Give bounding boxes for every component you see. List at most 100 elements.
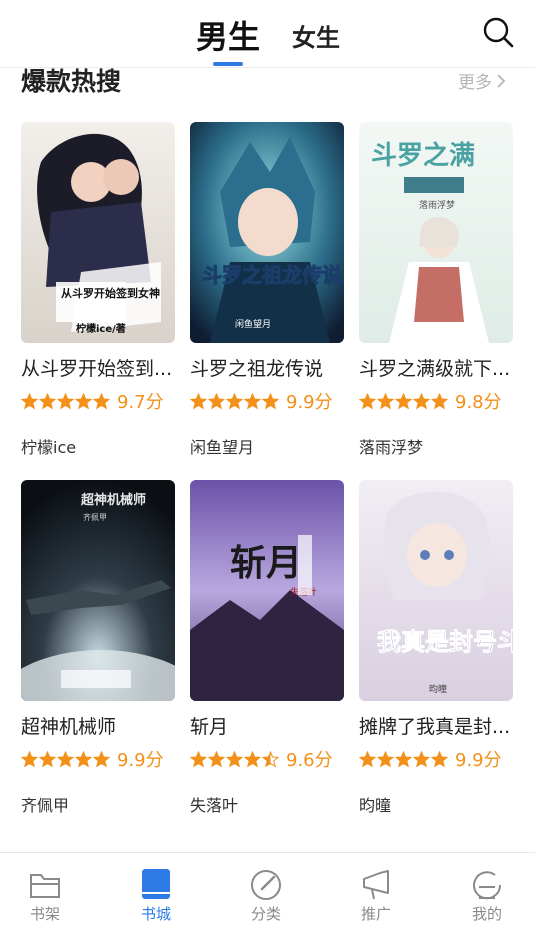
book-title[interactable]: 从斗罗开始签到...	[21, 354, 177, 381]
book-card[interactable]: 斩月 失落叶 斩月 9.6分 失落叶	[190, 480, 344, 815]
star-icon	[21, 750, 38, 767]
book-author: 昀曈	[359, 796, 392, 815]
book-title[interactable]: 斗罗之满级就下...	[359, 354, 515, 381]
book-title[interactable]: 斩月	[190, 712, 346, 739]
category-icon	[251, 870, 281, 900]
star-icon	[208, 392, 225, 409]
tab-male[interactable]: 男生	[196, 12, 260, 58]
star-icon	[395, 750, 412, 767]
star-icon	[57, 392, 74, 409]
star-icon	[244, 392, 261, 409]
book-card[interactable]: 斗罗之祖龙传说 闲鱼望月 斗罗之祖龙传说 9.9分 闲鱼望月	[190, 122, 344, 457]
nav-bookstore[interactable]: 书城	[116, 853, 196, 929]
book-score: 9.6分	[286, 750, 333, 771]
star-icon	[226, 392, 243, 409]
star-icon	[75, 392, 92, 409]
star-rating	[359, 750, 449, 768]
star-icon	[226, 750, 243, 767]
nav-promotion[interactable]: 推广	[336, 853, 416, 929]
book-score: 9.9分	[455, 750, 502, 771]
cover-subtext: 昀曈	[429, 683, 447, 695]
more-link[interactable]: 更多	[458, 68, 506, 93]
book-cover[interactable]: 我真是封号斗罗 昀曈	[359, 480, 513, 701]
book-score: 9.7分	[117, 392, 164, 413]
star-icon	[262, 392, 279, 409]
book-author: 齐佩甲	[21, 796, 70, 815]
nav-label: 分类	[250, 905, 281, 923]
search-icon[interactable]	[480, 14, 516, 50]
star-icon	[413, 750, 430, 767]
book-card[interactable]: 斗罗之满 落雨浮梦 斗罗之满级就下... 9.8分 落雨浮梦	[359, 122, 513, 457]
star-icon	[413, 392, 430, 409]
book-rating: 9.8分	[359, 388, 502, 414]
promotion-icon	[363, 870, 389, 900]
nav-category[interactable]: 分类	[226, 853, 306, 929]
book-cover[interactable]: 从斗罗开始签到女神 柠檬ice/著	[21, 122, 175, 343]
bookstore-icon	[142, 869, 170, 899]
cover-text: 我真是封号斗罗	[377, 628, 513, 656]
book-card[interactable]: 超神机械师 齐佩甲 超神机械师 9.9分 齐佩甲	[21, 480, 175, 815]
cover-text: 斗罗之满	[371, 140, 475, 171]
nav-bookshelf[interactable]: 书架	[5, 853, 85, 929]
book-author: 柠檬ice	[21, 438, 77, 457]
star-rating	[190, 392, 280, 410]
nav-label: 推广	[360, 905, 391, 923]
bottom-nav: 书架 书城 分类 推广 我的	[0, 852, 535, 929]
book-rating: 9.7分	[21, 388, 164, 414]
star-icon	[21, 392, 38, 409]
nav-label: 我的	[471, 905, 502, 923]
star-icon	[39, 750, 56, 767]
star-icon	[93, 392, 110, 409]
star-rating	[21, 392, 111, 410]
book-title[interactable]: 摊牌了我真是封...	[359, 712, 515, 739]
cover-subtext: 落雨浮梦	[419, 199, 455, 211]
book-card[interactable]: 我真是封号斗罗 昀曈 摊牌了我真是封... 9.9分 昀曈	[359, 480, 513, 815]
star-icon	[359, 750, 376, 767]
cover-text: 斩月	[230, 543, 302, 584]
star-icon	[431, 392, 448, 409]
book-card[interactable]: 从斗罗开始签到女神 柠檬ice/著 从斗罗开始签到... 9.7分 柠檬ice	[21, 122, 175, 457]
tab-female[interactable]: 女生	[292, 18, 340, 53]
book-score: 9.9分	[117, 750, 164, 771]
book-cover[interactable]: 斗罗之祖龙传说 闲鱼望月	[190, 122, 344, 343]
book-rating: 9.9分	[21, 746, 164, 772]
star-rating	[359, 392, 449, 410]
chevron-right-icon	[497, 73, 506, 88]
star-icon	[377, 392, 394, 409]
star-icon	[93, 750, 110, 767]
book-author: 失落叶	[190, 796, 239, 815]
more-label: 更多	[458, 73, 492, 93]
star-icon	[39, 392, 56, 409]
star-icon	[57, 750, 74, 767]
book-rating: 9.9分	[359, 746, 502, 772]
star-icon	[431, 750, 448, 767]
book-score: 9.8分	[455, 392, 502, 413]
star-icon	[359, 392, 376, 409]
nav-label: 书架	[29, 905, 60, 923]
book-cover[interactable]: 斩月 失落叶	[190, 480, 344, 701]
book-cover[interactable]: 超神机械师 齐佩甲	[21, 480, 175, 701]
book-author: 落雨浮梦	[359, 438, 424, 457]
cover-text: 斗罗之祖龙传说	[202, 263, 342, 287]
nav-profile[interactable]: 我的	[447, 853, 527, 929]
star-icon	[377, 750, 394, 767]
star-icon	[190, 750, 207, 767]
star-icon	[262, 750, 279, 767]
star-icon	[75, 750, 92, 767]
star-icon	[244, 750, 261, 767]
top-header: 男生 女生	[0, 0, 535, 68]
cover-text: 从斗罗开始签到女神	[61, 286, 160, 300]
star-rating	[190, 750, 280, 768]
book-title[interactable]: 超神机械师	[21, 712, 177, 739]
book-title[interactable]: 斗罗之祖龙传说	[190, 354, 346, 381]
star-icon	[395, 392, 412, 409]
book-score: 9.9分	[286, 392, 333, 413]
cover-subtext: 齐佩甲	[83, 512, 107, 522]
book-cover[interactable]: 斗罗之满 落雨浮梦	[359, 122, 513, 343]
cover-text: 超神机械师	[81, 492, 146, 508]
star-icon	[190, 392, 207, 409]
cover-subtext: 柠檬ice/著	[76, 322, 126, 335]
cover-subtext: 闲鱼望月	[235, 318, 271, 330]
tab-indicator	[213, 62, 243, 66]
nav-label: 书城	[140, 905, 171, 923]
